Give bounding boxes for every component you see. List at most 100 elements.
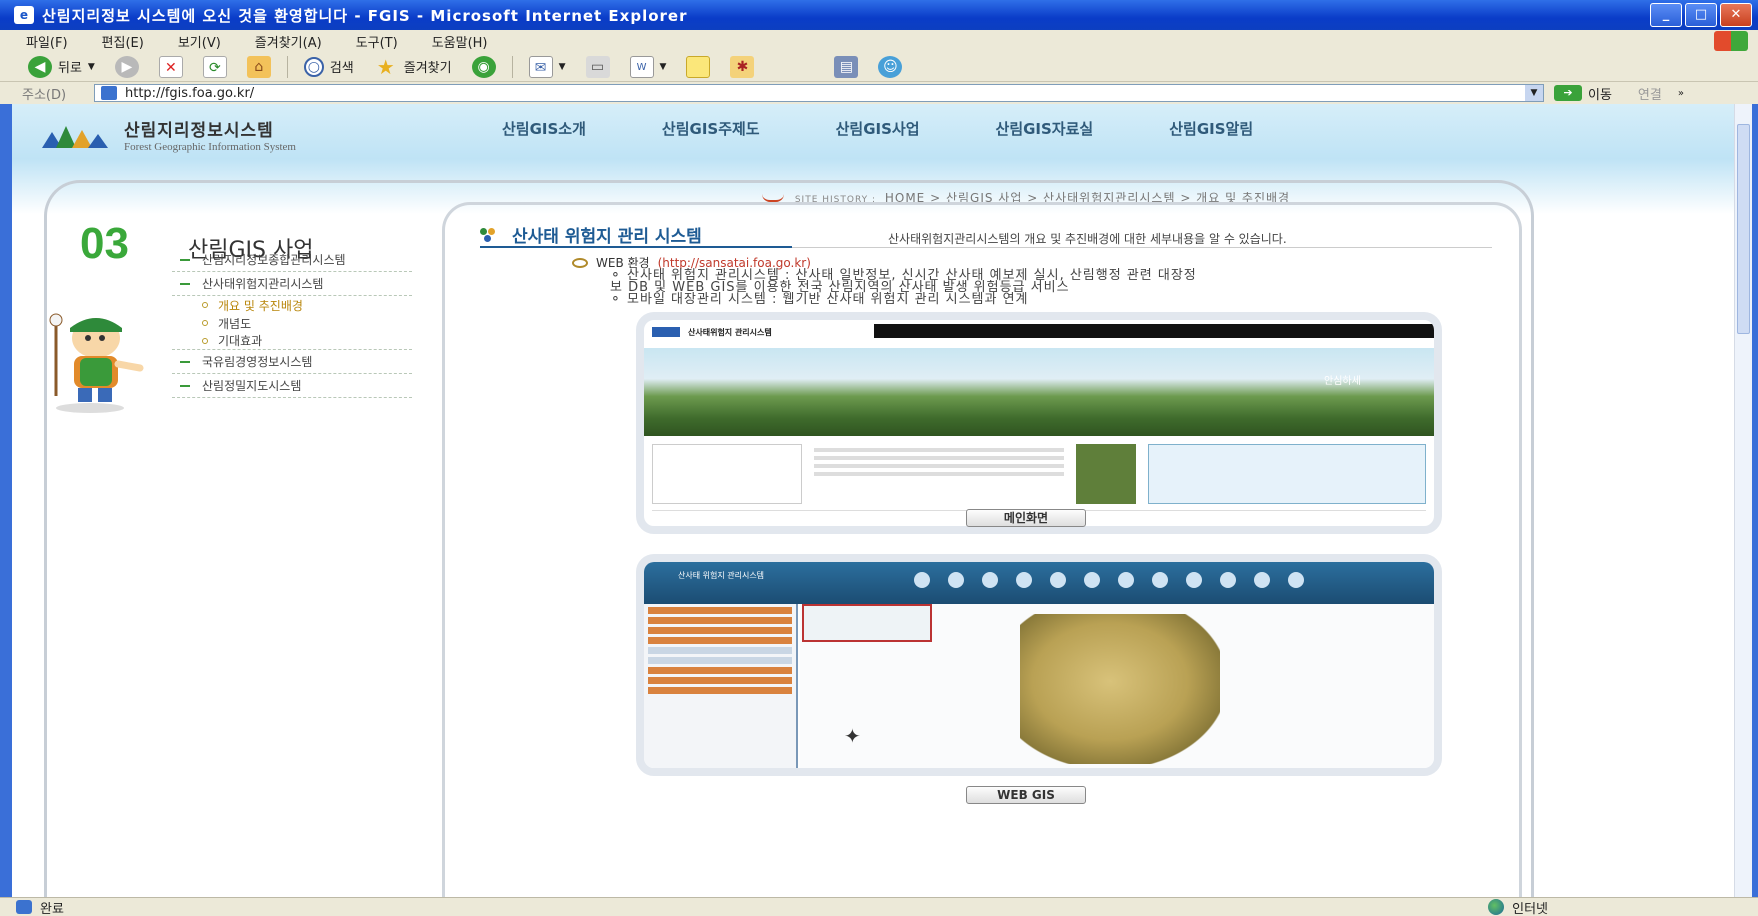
discuss-button[interactable] (682, 54, 714, 80)
word-icon: W (629, 55, 654, 78)
ie-icon: e (14, 6, 34, 24)
close-button[interactable]: ✕ (1720, 3, 1752, 27)
sidebar-item-precision-map[interactable]: 산림정밀지도시스템 (172, 374, 412, 398)
mascot-character-icon (49, 313, 144, 413)
go-button[interactable]: ➔ 이동 (1554, 84, 1612, 103)
go-arrow-icon: ➔ (1554, 85, 1582, 101)
toolbar: ◀ 뒤로 ▼ ▶ ✕ ⟳ ⌂ ○ 검색 ★ 즐겨찾기 ◉ ✉ ▼ ▭ W ▼ ✱ (0, 52, 1758, 82)
status-text: 완료 (40, 901, 64, 916)
menu-tools[interactable]: 도구(T) (356, 32, 398, 51)
section-number: 03 (80, 219, 129, 268)
window-titlebar: e 산림지리정보 시스템에 오신 것을 환영합니다 - FGIS - Micro… (0, 0, 1758, 30)
page-done-icon (16, 900, 32, 914)
menu-file[interactable]: 파일(F) (26, 32, 68, 51)
toolbar-separator (286, 55, 288, 78)
home-button[interactable]: ⌂ (243, 54, 275, 80)
sidebar-item-forest-gis-integrated[interactable]: 산림지리정보종합관리시스템 (172, 248, 412, 272)
chevron-right-icon[interactable]: » (1678, 88, 1684, 99)
refresh-button[interactable]: ⟳ (199, 54, 231, 80)
screenshot-site-title: 산사태위험지 관리시스템 (688, 327, 772, 337)
chevron-down-icon: ▼ (558, 61, 566, 72)
screenshot-photo (1076, 444, 1136, 504)
sidebar-subitem-effects[interactable]: 기대효과 (172, 332, 412, 350)
forward-button[interactable]: ▶ (111, 54, 143, 80)
toolbar-separator (511, 55, 513, 78)
content-title: 산사태 위험지 관리 시스템 (480, 222, 702, 247)
menu-view[interactable]: 보기(V) (178, 32, 221, 51)
webgis-header: 산사태 위험지 관리시스템 (644, 562, 1434, 604)
menu-favorites[interactable]: 즐겨찾기(A) (255, 32, 322, 51)
page-icon (101, 86, 117, 100)
screenshot-promo (1148, 444, 1426, 504)
banner-text: 안심하세 (1324, 376, 1361, 387)
minimize-button[interactable]: _ (1650, 3, 1682, 27)
title-rule (792, 247, 1492, 248)
bullet-icon (202, 337, 208, 344)
description-line: ⚬ 모바일 대장관리 시스템 : 웹기반 산사태 위험지 관리 시스템과 연계 (610, 292, 1029, 307)
nav-gis-notice[interactable]: 산림GIS알림 (1169, 118, 1253, 139)
window-title: 산림지리정보 시스템에 오신 것을 환영합니다 - FGIS - Microso… (42, 6, 688, 25)
address-url: http://fgis.foa.go.kr/ (125, 85, 255, 101)
back-button[interactable]: ◀ 뒤로 ▼ (24, 54, 99, 80)
search-icon: ○ (303, 56, 324, 77)
mail-button[interactable]: ✉ ▼ (525, 54, 570, 80)
main-screen-button[interactable]: 메인화면 (966, 509, 1086, 527)
menu-edit[interactable]: 편집(E) (102, 32, 144, 51)
window-controls: _ □ ✕ (1650, 3, 1752, 27)
content-description: 산사태위험지관리시스템의 개요 및 추진배경에 대한 세부내용을 알 수 있습니… (888, 232, 1287, 246)
contacts-button[interactable]: ☺ (874, 54, 906, 80)
print-button[interactable]: ▭ (582, 54, 614, 80)
site-logo[interactable]: 산림지리정보시스템 Forest Geographic Information … (42, 116, 296, 153)
vertical-scrollbar[interactable] (1734, 104, 1752, 897)
nav-gis-projects[interactable]: 산림GIS사업 (836, 118, 920, 139)
page-viewport: 산림지리정보시스템 Forest Geographic Information … (12, 104, 1734, 897)
research-button[interactable]: ✱ (726, 54, 758, 80)
note-icon (686, 55, 711, 78)
logo-subtitle: Forest Geographic Information System (124, 141, 296, 153)
address-input[interactable]: http://fgis.foa.go.kr/ ▼ (94, 84, 1544, 102)
sidebar-subitem-label: 개요 및 추진배경 (218, 298, 303, 313)
stop-icon: ✕ (158, 55, 183, 78)
content-title-text: 산사태 위험지 관리 시스템 (512, 227, 702, 247)
sidebar-subitem-concept[interactable]: 개념도 (172, 314, 412, 332)
sidebar-item-national-forest[interactable]: 국유림경영정보시스템 (172, 350, 412, 374)
menu-help[interactable]: 도움말(H) (432, 32, 488, 51)
status-left: 완료 (0, 898, 64, 916)
media-button[interactable]: ◉ (468, 54, 500, 80)
status-zone: 인터넷 (1488, 898, 1548, 916)
title-underline (480, 246, 792, 248)
title-dots-icon (480, 227, 502, 242)
webgis-tool-icons (914, 572, 1304, 588)
favorites-button[interactable]: ★ 즐겨찾기 (370, 54, 456, 80)
maximize-button[interactable]: □ (1685, 3, 1717, 27)
side-nav: 산림지리정보종합관리시스템 산사태위험지관리시스템 개요 및 추진배경 개념도 … (172, 248, 412, 398)
links-button[interactable]: 연결 (1638, 84, 1662, 103)
stop-button[interactable]: ✕ (155, 54, 187, 80)
korea-map-shape (1020, 614, 1220, 764)
back-arrow-icon: ◀ (28, 55, 52, 78)
search-button[interactable]: ○ 검색 (300, 54, 358, 80)
nav-gis-intro[interactable]: 산림GIS소개 (502, 118, 586, 139)
screenshot-banner-image: 안심하세 (644, 348, 1434, 436)
compass-icon: ✦ (844, 724, 861, 748)
scrollbar-thumb[interactable] (1737, 124, 1750, 334)
sidebar-item-label: 국유림경영정보시스템 (202, 355, 313, 369)
eye-bullet-icon (572, 257, 588, 268)
messenger-button[interactable]: ▤ (830, 54, 862, 80)
forward-arrow-icon: ▶ (114, 55, 139, 78)
nav-gis-library[interactable]: 산림GIS자료실 (996, 118, 1094, 139)
sidebar-item-landslide-system[interactable]: 산사태위험지관리시스템 (172, 272, 412, 296)
favorites-label: 즐겨찾기 (403, 61, 452, 76)
nav-gis-thematic-map[interactable]: 산림GIS주제도 (662, 118, 760, 139)
edit-button[interactable]: W ▼ (626, 54, 671, 80)
sidebar-subitem-overview[interactable]: 개요 및 추진배경 (172, 296, 412, 314)
screenshot-login-box (652, 444, 802, 504)
book-icon: ▤ (834, 55, 859, 78)
webgis-button[interactable]: WEB GIS (966, 786, 1086, 804)
search-label: 검색 (329, 61, 354, 76)
research-icon: ✱ (730, 55, 755, 78)
logo-title: 산림지리정보시스템 (124, 121, 274, 141)
sidebar-subitem-label: 기대효과 (218, 334, 263, 348)
chevron-down-icon[interactable]: ▼ (1525, 85, 1543, 101)
windows-logo-icon (1714, 31, 1748, 51)
